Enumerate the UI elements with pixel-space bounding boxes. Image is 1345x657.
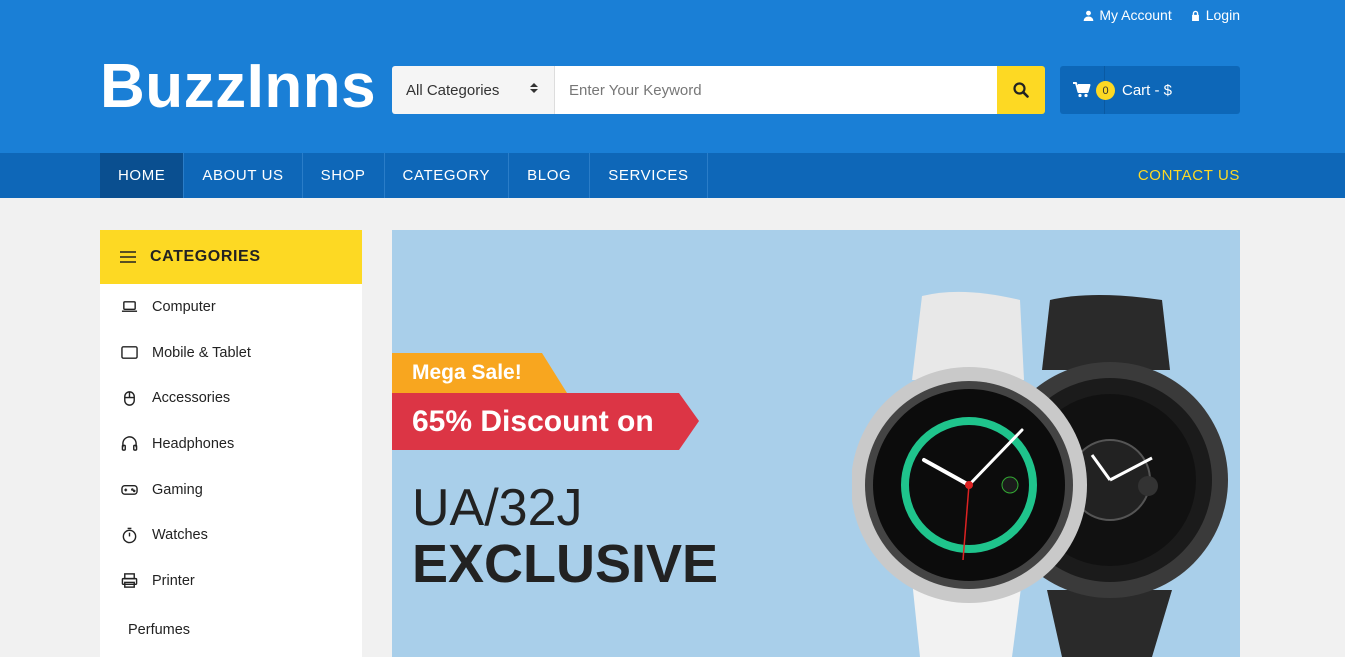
category-printer[interactable]: Printer xyxy=(100,558,362,604)
cart-label: Cart - $ xyxy=(1122,81,1173,99)
banner-headline: EXCLUSIVE xyxy=(412,534,719,594)
category-label: Printer xyxy=(152,572,195,589)
laptop-icon xyxy=(121,301,138,313)
smartwatch-product-image xyxy=(852,291,1228,657)
search-input[interactable] xyxy=(555,66,997,114)
lock-icon xyxy=(1191,10,1199,21)
search-icon xyxy=(1013,82,1029,98)
cart-button[interactable]: 0 Cart - $ xyxy=(1060,66,1240,114)
banner-model: UA/32J xyxy=(412,479,583,537)
mega-sale-tag: Mega Sale! xyxy=(392,353,567,393)
my-account-label: My Account xyxy=(1099,7,1172,23)
hamburger-menu-icon xyxy=(120,251,136,263)
category-mobile-tablet[interactable]: Mobile & Tablet xyxy=(100,330,362,376)
nav-category[interactable]: CATEGORY xyxy=(385,153,510,198)
headphones-icon xyxy=(121,436,138,452)
category-watches[interactable]: Watches xyxy=(100,512,362,558)
mouse-icon xyxy=(124,390,135,406)
site-logo[interactable]: BuzzInns xyxy=(100,52,376,122)
category-select-value: All Categories xyxy=(406,81,500,99)
select-arrows-icon xyxy=(530,83,538,93)
top-links: My Account Login xyxy=(1083,7,1240,23)
category-accessories[interactable]: Accessories xyxy=(100,375,362,421)
gamepad-icon xyxy=(121,485,138,496)
hero-banner[interactable]: Mega Sale! 65% Discount on UA/32J EXCLUS… xyxy=(392,230,1240,657)
category-headphones[interactable]: Headphones xyxy=(100,421,362,467)
category-select[interactable]: All Categories xyxy=(392,66,555,114)
category-label: Headphones xyxy=(152,435,235,452)
nav-contact-us[interactable]: CONTACT US xyxy=(1138,153,1240,198)
category-list: Computer Mobile & Tablet Accessories Hea… xyxy=(100,284,362,650)
nav-home[interactable]: HOME xyxy=(100,153,185,198)
nav-services[interactable]: SERVICES xyxy=(590,153,708,198)
cart-count-badge: 0 xyxy=(1096,81,1115,100)
login-link[interactable]: Login xyxy=(1190,7,1240,23)
nav-blog[interactable]: BLOG xyxy=(509,153,591,198)
category-label: Accessories xyxy=(152,390,231,407)
nav-shop[interactable]: SHOP xyxy=(303,153,385,198)
nav-about-us[interactable]: ABOUT US xyxy=(184,153,303,198)
printer-icon xyxy=(121,573,138,589)
tablet-icon xyxy=(121,346,138,359)
category-computer[interactable]: Computer xyxy=(100,284,362,330)
category-label: Gaming xyxy=(152,481,203,498)
categories-header[interactable]: CATEGORIES xyxy=(100,230,362,284)
site-header: My Account Login BuzzInns All Categories… xyxy=(0,0,1345,153)
categories-title: CATEGORIES xyxy=(150,248,261,265)
my-account-link[interactable]: My Account xyxy=(1083,7,1172,23)
category-perfumes[interactable]: Perfumes xyxy=(100,604,362,650)
category-label: Watches xyxy=(152,527,208,544)
main-nav: HOME ABOUT US SHOP CATEGORY BLOG SERVICE… xyxy=(0,153,1345,198)
search-button[interactable] xyxy=(997,66,1045,114)
category-label: Computer xyxy=(152,298,216,315)
category-label: Mobile & Tablet xyxy=(152,344,251,361)
category-gaming[interactable]: Gaming xyxy=(100,467,362,513)
login-label: Login xyxy=(1205,7,1240,23)
discount-ribbon: 65% Discount on xyxy=(392,393,699,450)
shopping-cart-icon xyxy=(1073,82,1091,98)
search-bar: All Categories xyxy=(392,66,1045,114)
stopwatch-icon xyxy=(122,527,137,544)
categories-sidebar: CATEGORIES Computer Mobile & Tablet Acce… xyxy=(100,230,362,657)
user-icon xyxy=(1084,10,1094,21)
category-label: Perfumes xyxy=(128,621,191,638)
